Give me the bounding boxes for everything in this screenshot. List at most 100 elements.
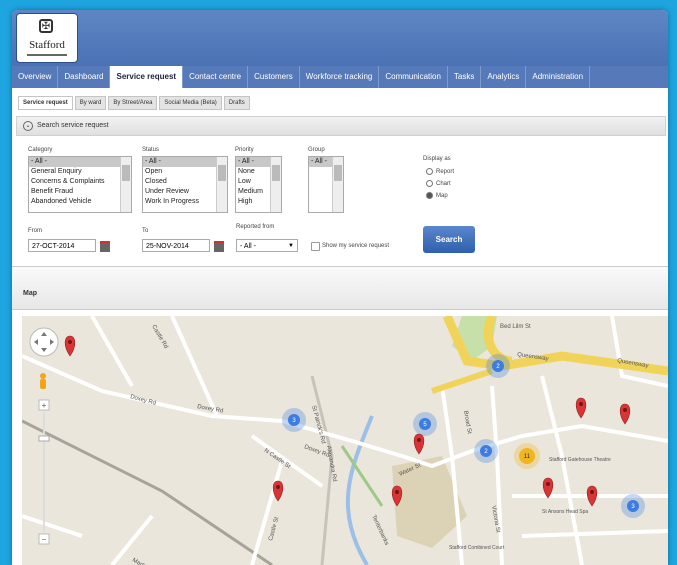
map-panel-title: Map xyxy=(23,290,37,297)
road-label: Martin Dr xyxy=(131,558,155,565)
road-label: Tenterbanks xyxy=(370,514,389,546)
subtab-by-street-area[interactable]: By Street/Area xyxy=(108,96,158,110)
display-as-map-radio[interactable]: Map xyxy=(426,192,448,199)
map-view[interactable]: Doxey Rd Doxey Rd Doxey Rd N Castle St C… xyxy=(22,316,668,565)
map-pin-icon[interactable] xyxy=(272,480,284,502)
nav-tab-customers[interactable]: Customers xyxy=(248,66,300,88)
road-label: Alexandra Rd xyxy=(325,445,337,482)
subtab-drafts[interactable]: Drafts xyxy=(223,96,250,110)
map-cluster[interactable]: 2 xyxy=(474,439,498,463)
reported-from-select[interactable]: - All - ▼ xyxy=(236,239,298,252)
nav-tab-service-request[interactable]: Service request xyxy=(110,66,184,88)
pegman-icon[interactable] xyxy=(40,373,46,389)
minus-icon: − xyxy=(42,535,47,544)
from-date-input[interactable]: 27-OCT-2014 xyxy=(28,239,96,252)
from-label: From xyxy=(28,228,42,234)
nav-tab-analytics[interactable]: Analytics xyxy=(481,66,527,88)
scrollbar-thumb[interactable] xyxy=(272,165,280,181)
collapse-icon[interactable]: ⌄ xyxy=(23,121,33,131)
nav-tab-communication[interactable]: Communication xyxy=(379,66,448,88)
scrollbar-thumb[interactable] xyxy=(218,165,226,181)
priority-label: Priority xyxy=(235,147,254,153)
zoom-slider-handle[interactable] xyxy=(38,435,50,442)
radio-label: Report xyxy=(436,168,455,175)
nav-tab-overview[interactable]: Overview xyxy=(12,66,59,88)
radio-dot[interactable] xyxy=(426,192,433,199)
list-option[interactable]: - All - xyxy=(143,157,227,167)
radio-label: Chart xyxy=(436,180,451,187)
subtab-social-media-beta-[interactable]: Social Media (Beta) xyxy=(159,96,222,110)
poi-label: Stafford Gatehouse Theatre xyxy=(549,457,611,463)
radio-dot[interactable] xyxy=(426,180,433,187)
display-as-label: Display as xyxy=(423,156,451,162)
map-cluster[interactable]: 2 xyxy=(486,354,510,378)
logo-divider xyxy=(27,54,67,56)
to-date-input[interactable]: 25-NOV-2014 xyxy=(142,239,210,252)
search-panel-title: Search service request xyxy=(37,122,109,129)
nav-tab-administration[interactable]: Administration xyxy=(526,66,591,88)
map-cluster[interactable]: 5 xyxy=(413,412,437,436)
logo-text: Stafford xyxy=(29,39,65,51)
nav-tab-contact-centre[interactable]: Contact centre xyxy=(183,66,249,88)
pan-control[interactable] xyxy=(29,327,59,357)
show-mine-checkbox[interactable] xyxy=(311,242,320,251)
list-option[interactable]: Under Review xyxy=(143,187,227,197)
list-option[interactable]: General Enquiry xyxy=(29,167,131,177)
category-listbox[interactable]: - All - General Enquiry Concerns & Complai… xyxy=(28,156,132,213)
nav-tab-tasks[interactable]: Tasks xyxy=(448,66,482,88)
crest-icon: ✠ xyxy=(39,19,53,33)
map-pin-icon[interactable] xyxy=(575,397,587,419)
list-option[interactable]: Work In Progress xyxy=(143,197,227,207)
app-window: ✠ Stafford Overview Dashboard Service requ… xyxy=(12,10,668,565)
list-option[interactable]: Benefit Fraud xyxy=(29,187,131,197)
map-cluster[interactable]: 11 xyxy=(514,443,540,469)
radio-label: Map xyxy=(436,192,448,199)
nav-tab-dashboard[interactable]: Dashboard xyxy=(58,66,111,88)
scrollbar-thumb[interactable] xyxy=(334,165,342,181)
map-pin-icon[interactable] xyxy=(586,485,598,507)
group-label: Group xyxy=(308,147,325,153)
list-option[interactable]: Closed xyxy=(143,177,227,187)
list-option[interactable]: Open xyxy=(143,167,227,177)
status-listbox[interactable]: - All - Open Closed Under Review Work In Pro… xyxy=(142,156,228,213)
map-panel-header: Map xyxy=(12,266,668,310)
road-label: Castle Rd xyxy=(150,324,168,350)
search-button[interactable]: Search xyxy=(423,226,475,253)
list-option[interactable]: - All - xyxy=(29,157,131,167)
chevron-down-icon: ▼ xyxy=(288,243,294,249)
map-cluster[interactable]: 3 xyxy=(621,494,645,518)
show-mine-label: Show my service request xyxy=(322,243,390,249)
main-road xyxy=(431,368,493,394)
list-option[interactable]: Abandoned Vehicle xyxy=(29,197,131,207)
river xyxy=(345,415,374,565)
map-pin-icon[interactable] xyxy=(64,335,76,357)
poi-label: St Ansons Head Spa xyxy=(542,509,588,515)
calendar-icon[interactable] xyxy=(100,241,110,252)
subtab-service-request[interactable]: Service request xyxy=(18,96,73,110)
cluster-count: 11 xyxy=(524,454,531,460)
nav-tab-workforce-tracking[interactable]: Workforce tracking xyxy=(300,66,380,88)
calendar-icon[interactable] xyxy=(214,241,224,252)
map-pin-icon[interactable] xyxy=(619,403,631,425)
road-label: Bed Lilm St xyxy=(500,324,531,330)
road-label: Broad St xyxy=(462,410,472,434)
category-label: Category xyxy=(28,147,53,153)
map-pin-icon[interactable] xyxy=(413,433,425,455)
subtab-by-ward[interactable]: By ward xyxy=(74,96,107,110)
search-panel-header[interactable]: ⌄ Search service request xyxy=(16,116,666,136)
display-as-report-radio[interactable]: Report xyxy=(426,168,454,175)
scrollbar-thumb[interactable] xyxy=(122,165,130,181)
stafford-logo[interactable]: ✠ Stafford xyxy=(16,13,78,63)
poi-label: Stafford Combined Court xyxy=(449,545,505,551)
zoom-slider-track[interactable] xyxy=(43,412,45,532)
sub-tabs: Service request By ward By Street/Area Soci… xyxy=(18,96,250,110)
priority-listbox[interactable]: - All - None Low Medium High xyxy=(235,156,282,213)
reported-from-label: Reported from xyxy=(236,224,275,230)
map-cluster[interactable]: 3 xyxy=(282,408,306,432)
status-label: Status xyxy=(142,147,160,153)
list-option[interactable]: Concerns & Complaints xyxy=(29,177,131,187)
radio-dot[interactable] xyxy=(426,168,433,175)
display-as-chart-radio[interactable]: Chart xyxy=(426,180,451,187)
group-listbox[interactable]: - All - xyxy=(308,156,344,213)
road-label: Castle St xyxy=(268,516,280,541)
